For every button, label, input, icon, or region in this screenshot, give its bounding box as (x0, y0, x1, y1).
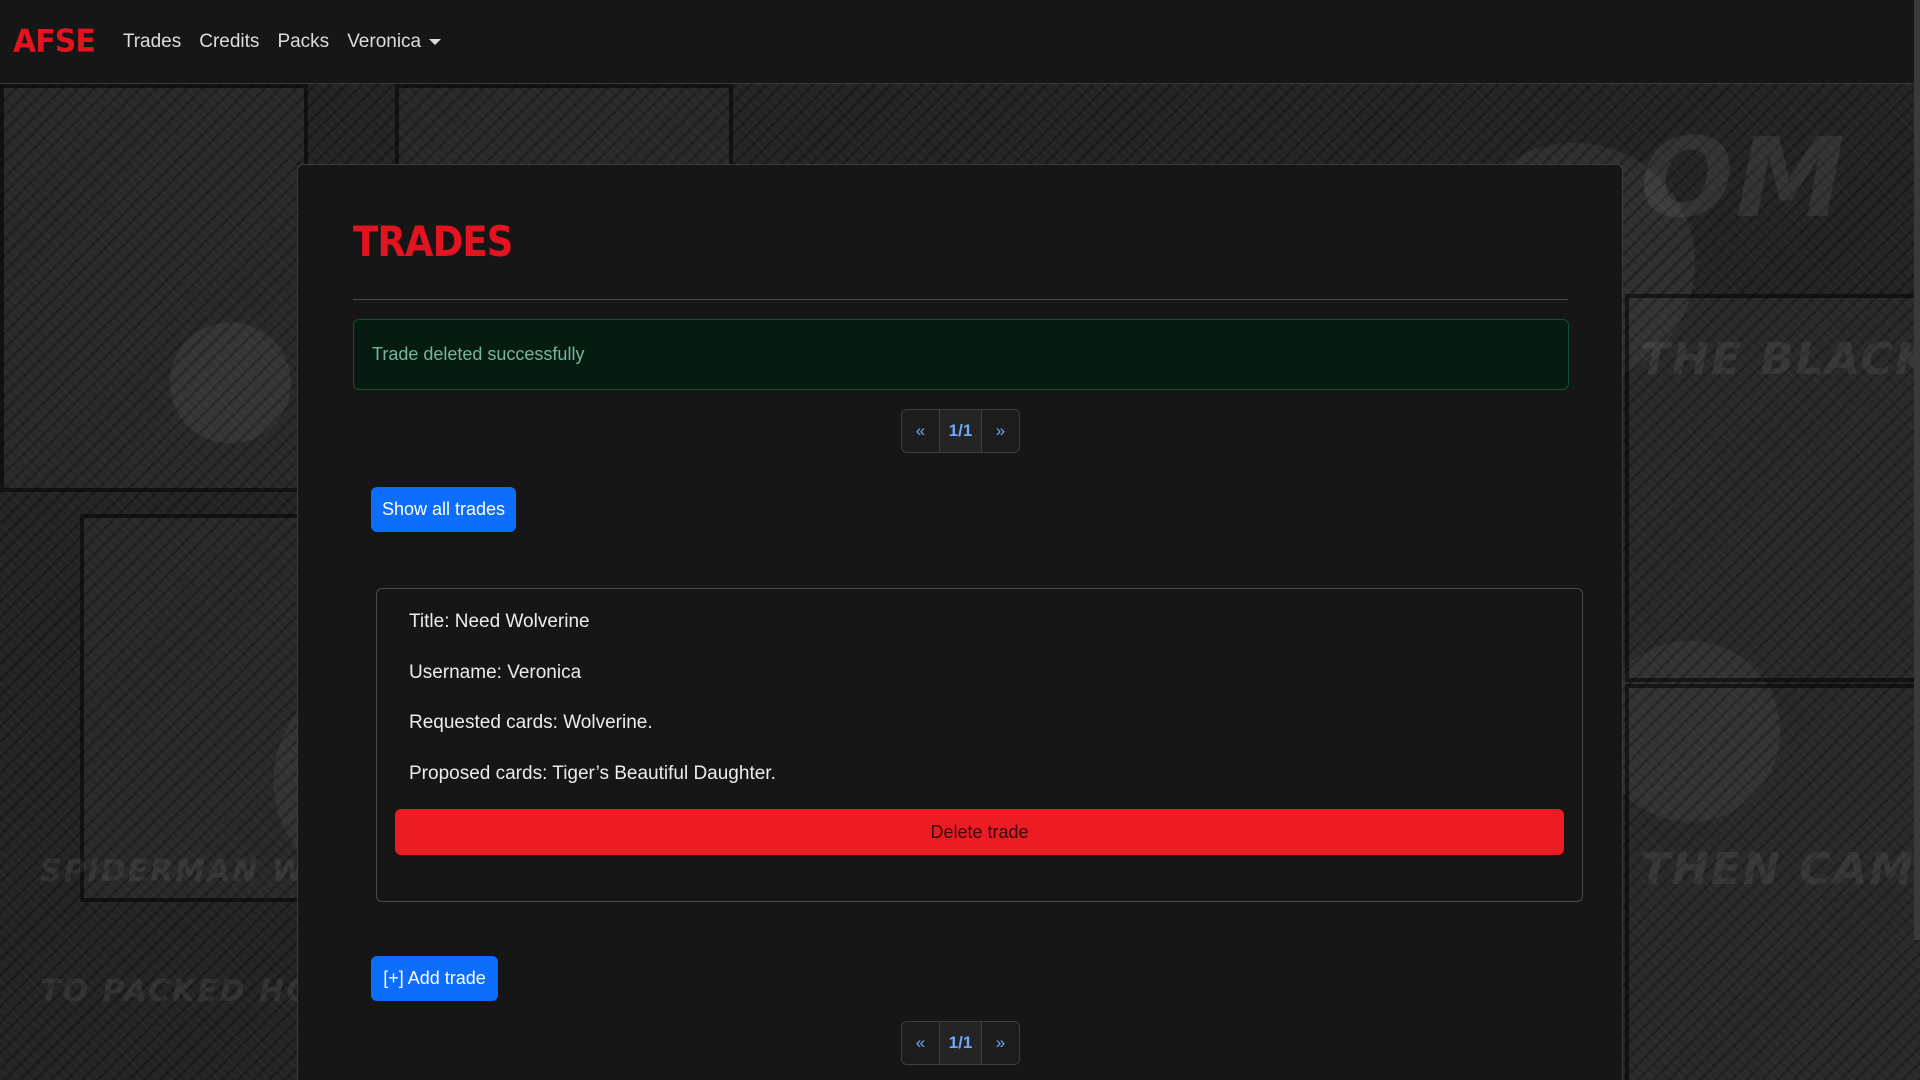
comic-text: OM (1640, 114, 1847, 242)
trade-card: Title: Need Wolverine Username: Veronica… (376, 588, 1583, 902)
show-all-trades-button[interactable]: Show all trades (371, 487, 516, 532)
page-title: TRADES (353, 217, 513, 266)
trade-title: Title: Need Wolverine (409, 611, 590, 632)
user-dropdown-label: Veronica (347, 30, 422, 52)
pagination-bottom: « 1/1 » (901, 1021, 1020, 1065)
comic-panel (80, 514, 308, 902)
nav-link-credits[interactable]: Credits (199, 31, 259, 53)
pagination-top: « 1/1 » (901, 409, 1020, 453)
brand-logo[interactable]: AFSE (13, 23, 96, 60)
comic-text: THE BLACK (1640, 334, 1920, 385)
trade-proposed-cards: Proposed cards: Tiger’s Beautiful Daught… (409, 763, 776, 784)
nav-link-trades[interactable]: Trades (123, 31, 181, 53)
success-alert: Trade deleted successfully (353, 319, 1569, 390)
pagination-prev-button[interactable]: « (902, 410, 940, 452)
pagination-prev-button[interactable]: « (902, 1022, 940, 1064)
divider (353, 299, 1568, 300)
top-navbar: AFSE Trades Credits Packs Veronica (0, 0, 1920, 84)
trade-username: Username: Veronica (409, 662, 582, 683)
scrollbar[interactable] (1914, 0, 1920, 940)
comic-text: THEN CAME (1640, 844, 1920, 895)
comic-panel (395, 84, 733, 172)
pagination-next-button[interactable]: » (982, 1022, 1019, 1064)
add-trade-button[interactable]: [+] Add trade (371, 956, 498, 1001)
trade-requested-cards: Requested cards: Wolverine. (409, 712, 653, 733)
delete-trade-button[interactable]: Delete trade (395, 809, 1564, 855)
success-alert-text: Trade deleted successfully (372, 344, 585, 364)
user-dropdown[interactable]: Veronica (347, 30, 442, 53)
nav-link-packs[interactable]: Packs (277, 31, 329, 53)
trades-container: TRADES Trade deleted successfully « 1/1 … (297, 164, 1623, 1080)
pagination-current-page[interactable]: 1/1 (940, 410, 982, 452)
chevron-down-icon (429, 38, 442, 45)
comic-panel (0, 84, 308, 492)
pagination-next-button[interactable]: » (982, 410, 1019, 452)
pagination-current-page[interactable]: 1/1 (940, 1022, 982, 1064)
